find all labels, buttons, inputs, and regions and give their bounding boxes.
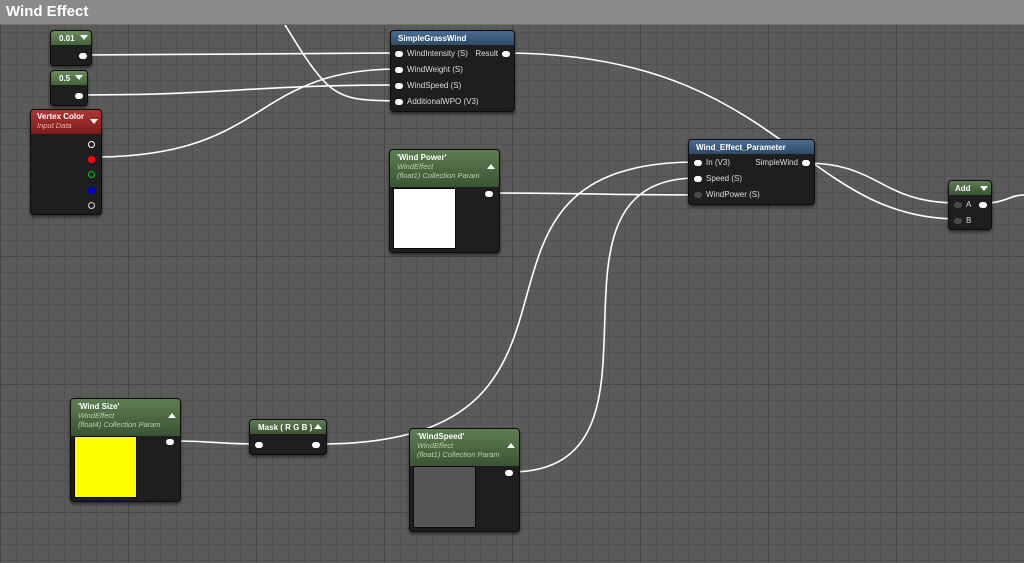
node-header: 'Wind Size' WindEffect (float4) Collecti… xyxy=(71,399,180,436)
constant-node-0-5[interactable]: 0.5 xyxy=(50,70,88,106)
output-pin[interactable] xyxy=(79,53,87,59)
node-title: 'Wind Power' xyxy=(397,153,447,162)
input-pin-additionalwpo[interactable]: AdditionalWPO (V3) xyxy=(395,97,479,106)
pin-dot[interactable] xyxy=(802,159,810,166)
input-pin-in[interactable]: In (V3) xyxy=(694,158,730,167)
node-subtitle: WindEffect xyxy=(78,411,115,420)
output-pin-result[interactable]: Result xyxy=(475,49,510,58)
node-subtitle: Input Data xyxy=(37,121,72,130)
output-pin[interactable] xyxy=(75,93,83,99)
output-pin-g[interactable] xyxy=(88,171,95,178)
pin-label: A xyxy=(966,200,972,209)
collapse-arrow-icon[interactable] xyxy=(980,186,988,191)
node-title: Mask ( R G B ) xyxy=(258,423,313,432)
wind-power-preview-swatch xyxy=(393,188,456,249)
node-subtitle: WindEffect xyxy=(417,441,454,450)
pin-label: WindPower (S) xyxy=(706,190,760,199)
input-pin-windpower[interactable]: WindPower (S) xyxy=(694,190,760,199)
input-pin-speed[interactable]: Speed (S) xyxy=(694,174,742,183)
output-pin-rgb[interactable] xyxy=(88,141,95,148)
constant-value: 0.01 xyxy=(59,34,75,43)
pin-dot[interactable] xyxy=(395,82,403,89)
wire-windsize-to-mask[interactable] xyxy=(176,440,259,445)
pin-label: WindWeight (S) xyxy=(407,65,463,74)
collapse-arrow-icon[interactable] xyxy=(314,424,322,429)
pin-label: WindSpeed (S) xyxy=(407,81,462,90)
collapse-arrow-icon[interactable] xyxy=(487,164,495,169)
pin-label: AdditionalWPO (V3) xyxy=(407,97,479,106)
simple-grass-wind-node[interactable]: SimpleGrassWind WindIntensity (S) WindWe… xyxy=(390,30,515,112)
pin-dot[interactable] xyxy=(395,50,403,57)
wire-windspeed-to-speed[interactable] xyxy=(509,177,698,473)
constant-node-0-01[interactable]: 0.01 xyxy=(50,30,92,66)
wind-speed-parameter-node[interactable]: 'WindSpeed' WindEffect (float1) Collecti… xyxy=(409,428,520,532)
pin-label: B xyxy=(966,216,972,225)
pin-dot[interactable] xyxy=(395,98,403,105)
node-title: SimpleGrassWind xyxy=(398,34,467,43)
pin-label: SimpleWind xyxy=(755,158,798,167)
node-subtitle: (float1) Collection Param xyxy=(397,171,480,180)
node-subtitle: WindEffect xyxy=(397,162,434,171)
output-pin[interactable] xyxy=(485,191,493,197)
collapse-arrow-icon[interactable] xyxy=(75,75,83,80)
wire-windpower-to-windpower-pin[interactable] xyxy=(490,192,698,196)
add-node[interactable]: Add A B xyxy=(948,180,992,230)
pin-dot[interactable] xyxy=(395,66,403,73)
node-title: Add xyxy=(955,184,971,193)
output-pin-simplewind[interactable]: SimpleWind xyxy=(755,158,810,167)
output-pin-a[interactable] xyxy=(88,202,95,209)
input-pin-a[interactable]: A xyxy=(954,200,971,209)
node-header: 'Wind Power' WindEffect (float1) Collect… xyxy=(390,150,499,187)
wire-const001-to-windintensity[interactable] xyxy=(84,52,399,56)
wind-size-preview-swatch xyxy=(74,436,137,498)
pin-label: Result xyxy=(475,49,498,58)
comment-box-header[interactable]: Wind Effect xyxy=(0,0,1024,25)
node-title: Wind_Effect_Parameter xyxy=(696,143,786,152)
wire-vertexcolor-red-to-windweight[interactable] xyxy=(93,68,399,158)
output-pin-r[interactable] xyxy=(88,156,95,163)
pin-dot[interactable] xyxy=(954,217,962,224)
collapse-arrow-icon[interactable] xyxy=(507,443,515,448)
output-pin[interactable] xyxy=(312,442,320,448)
node-subtitle: (float4) Collection Param xyxy=(78,420,161,429)
node-title: 'Wind Size' xyxy=(78,402,120,411)
input-pin-b[interactable]: B xyxy=(954,216,971,225)
input-pin-windspeed[interactable]: WindSpeed (S) xyxy=(395,81,461,90)
output-pin[interactable] xyxy=(505,470,513,476)
node-title: Vertex Color xyxy=(37,112,85,121)
wind-power-parameter-node[interactable]: 'Wind Power' WindEffect (float1) Collect… xyxy=(389,149,500,253)
pin-dot[interactable] xyxy=(954,201,962,208)
collapse-arrow-icon[interactable] xyxy=(90,119,98,124)
input-pin-windintensity[interactable]: WindIntensity (S) xyxy=(395,49,468,58)
pin-label: Speed (S) xyxy=(706,174,743,183)
output-pin-b[interactable] xyxy=(88,187,95,194)
collapse-arrow-icon[interactable] xyxy=(80,35,88,40)
wind-size-parameter-node[interactable]: 'Wind Size' WindEffect (float4) Collecti… xyxy=(70,398,181,502)
node-subtitle: (float1) Collection Param xyxy=(417,450,500,459)
pin-label: In (V3) xyxy=(706,158,731,167)
node-header: Wind_Effect_Parameter xyxy=(689,140,814,154)
pin-dot[interactable] xyxy=(694,175,702,182)
input-pin[interactable] xyxy=(255,442,263,448)
output-pin[interactable] xyxy=(166,439,174,445)
wire-simplewind-to-add-a[interactable] xyxy=(804,162,959,204)
pin-dot[interactable] xyxy=(694,191,702,198)
collapse-arrow-icon[interactable] xyxy=(168,413,176,418)
pin-dot[interactable] xyxy=(694,159,702,166)
pin-dot[interactable] xyxy=(502,50,510,57)
wind-effect-parameter-node[interactable]: Wind_Effect_Parameter In (V3) Speed (S) … xyxy=(688,139,815,205)
wire-const05-to-windspeed[interactable] xyxy=(77,84,399,96)
wind-speed-preview-swatch xyxy=(413,466,476,528)
node-title: 'WindSpeed' xyxy=(417,432,465,441)
vertex-color-node[interactable]: Vertex Color Input Data xyxy=(30,109,102,215)
comment-title: Wind Effect xyxy=(6,3,89,20)
node-header: SimpleGrassWind xyxy=(391,31,514,45)
output-pin[interactable] xyxy=(979,202,987,208)
input-pin-windweight[interactable]: WindWeight (S) xyxy=(395,65,463,74)
constant-value: 0.5 xyxy=(59,74,71,83)
node-header: 'WindSpeed' WindEffect (float1) Collecti… xyxy=(410,429,519,466)
pin-label: WindIntensity (S) xyxy=(407,49,468,58)
mask-rgb-node[interactable]: Mask ( R G B ) xyxy=(249,419,327,455)
wire-mask-to-in-v3[interactable] xyxy=(319,161,698,445)
